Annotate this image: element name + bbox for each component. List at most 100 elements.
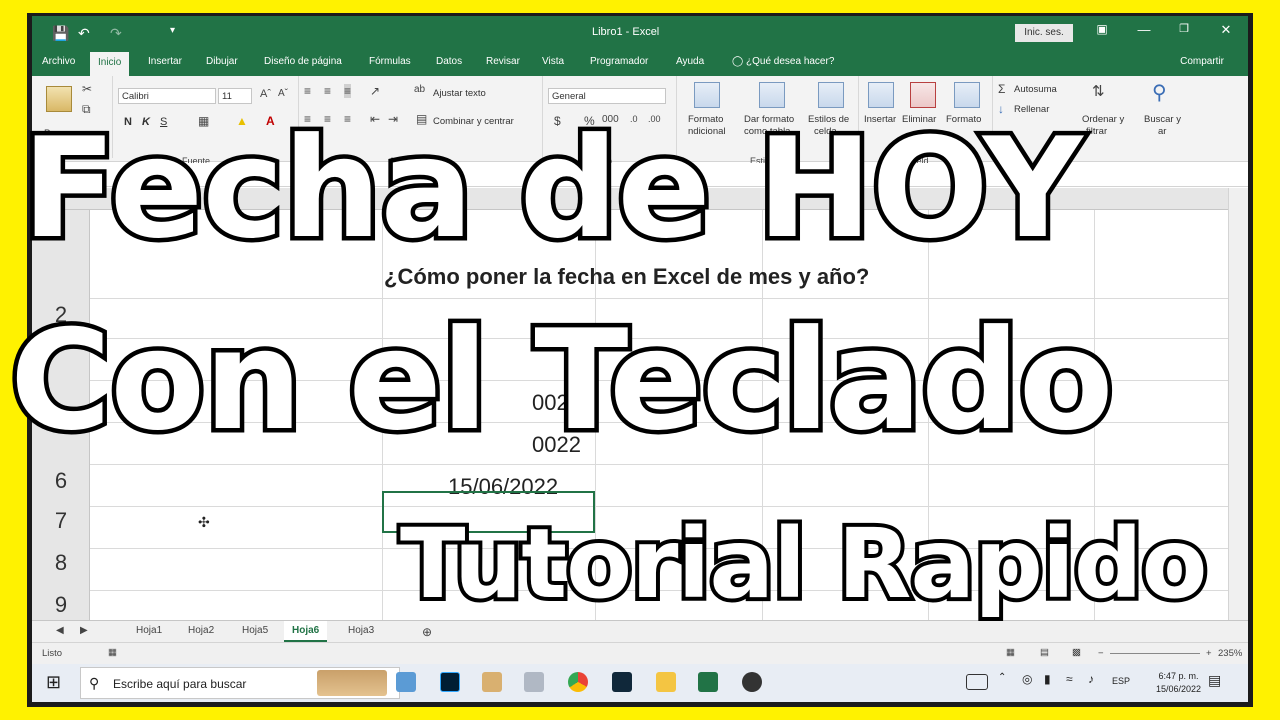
windows-start-icon[interactable]: ⊞ (46, 672, 66, 692)
normal-view-icon[interactable]: ▦ (1006, 647, 1015, 658)
tab-dibujar[interactable]: Dibujar (206, 56, 238, 67)
minimize-icon[interactable]: — (1132, 22, 1156, 42)
taskview-app-icon[interactable] (396, 672, 416, 692)
accessibility-icon[interactable]: ▦ (108, 647, 117, 658)
find-select-label-2[interactable]: ar (1158, 126, 1166, 137)
tab-archivo[interactable]: Archivo (42, 56, 75, 67)
scroll-left-icon[interactable]: ◀ (56, 625, 64, 636)
lightbulb-icon: ◯ (732, 56, 744, 67)
redo-icon[interactable]: ↷ (110, 25, 122, 42)
find-icon[interactable]: ⚲ (1152, 80, 1167, 105)
language-indicator[interactable]: ESP (1112, 676, 1132, 696)
save-icon[interactable]: 💾 (52, 25, 69, 42)
shrink-font-icon[interactable]: Aˇ (278, 88, 288, 99)
tab-diseno[interactable]: Diseño de página (264, 56, 342, 67)
windows-taskbar: ⊞ ⚲ Escribe aquí para buscar ⌃ ◎ ▮ ≈ ♪ E… (32, 664, 1248, 702)
sort-filter-icon[interactable]: ⇅ (1092, 82, 1105, 100)
row-number-9[interactable]: 9 (32, 592, 90, 618)
vertical-scrollbar[interactable] (1228, 188, 1248, 620)
sheet-tab-hoja5[interactable]: Hoja5 (242, 625, 268, 636)
orientation-icon[interactable]: ↗ (370, 84, 380, 98)
wrap-text-button[interactable]: Ajustar texto (433, 88, 486, 99)
chrome-icon[interactable] (568, 672, 588, 692)
zoom-in-icon[interactable]: + (1206, 648, 1212, 659)
excel-icon[interactable] (698, 672, 718, 692)
zoom-out-icon[interactable]: − (1098, 648, 1104, 659)
overlay-title-line2: Con el Teclado (6, 296, 1119, 466)
row-line (90, 298, 1228, 299)
tab-programador[interactable]: Programador (590, 56, 648, 67)
search-icon: ⚲ (89, 675, 100, 691)
title-bar: 💾 ↶ ↷ ▾ Libro1 - Excel Inic. ses. ▣ — ❐ … (32, 16, 1248, 50)
number-format-select[interactable]: General (548, 88, 666, 104)
restore-icon[interactable]: ❐ (1172, 22, 1196, 42)
zoom-level[interactable]: 235% (1218, 648, 1242, 659)
sheet-tab-hoja2[interactable]: Hoja2 (188, 625, 214, 636)
close-icon[interactable]: ✕ (1214, 22, 1238, 42)
insert-cells-icon[interactable] (868, 82, 894, 108)
microphone-icon[interactable]: ◎ (1022, 672, 1042, 692)
row-number-6[interactable]: 6 (32, 468, 90, 494)
status-ready: Listo (42, 648, 63, 659)
file-explorer-icon[interactable] (656, 672, 676, 692)
volume-icon[interactable]: ♪ (1088, 672, 1108, 692)
tray-arrow-icon[interactable]: ⌃ (998, 672, 1018, 692)
clock-time: 6:47 p. m. (1158, 671, 1199, 681)
photoshop-icon[interactable] (440, 672, 460, 692)
tab-revisar[interactable]: Revisar (486, 56, 520, 67)
grow-font-icon[interactable]: Aˆ (260, 88, 271, 100)
sort-filter-label-2[interactable]: filtrar (1086, 126, 1107, 137)
font-name-select[interactable]: Calibri (118, 88, 216, 104)
align-bottom-icon[interactable]: ≡ (344, 84, 352, 98)
font-size-select[interactable]: 11 (218, 88, 252, 104)
signin-button[interactable]: Inic. ses. (1015, 24, 1073, 42)
autosum-button[interactable]: Autosuma (1014, 84, 1057, 95)
align-top-icon[interactable]: ≡ (304, 84, 311, 98)
add-sheet-icon[interactable]: ⊕ (422, 625, 432, 639)
sheet-tab-hoja1[interactable]: Hoja1 (136, 625, 162, 636)
scroll-right-icon[interactable]: ▶ (80, 625, 88, 636)
notifications-icon[interactable]: ▤ (1208, 672, 1228, 692)
battery-icon[interactable]: ▮ (1044, 672, 1064, 692)
status-bar: Listo ▦ ▦ ▤ ▩ − + 235% (32, 642, 1248, 664)
tab-datos[interactable]: Datos (436, 56, 462, 67)
customize-qat-icon[interactable]: ▾ (170, 25, 175, 36)
taskbar-clock[interactable]: 6:47 p. m. 15/06/2022 (1156, 670, 1201, 696)
sheet-tab-hoja6[interactable]: Hoja6 (284, 621, 328, 642)
ribbon-display-icon[interactable]: ▣ (1090, 22, 1114, 42)
tell-me-input[interactable]: ¿Qué desea hacer? (746, 56, 834, 67)
clock-date: 15/06/2022 (1156, 684, 1202, 694)
zoom-slider[interactable] (1110, 653, 1200, 654)
format-table-icon[interactable] (759, 82, 785, 108)
row-number-8[interactable]: 8 (32, 550, 90, 576)
tab-insertar[interactable]: Insertar (148, 56, 182, 67)
wifi-icon[interactable]: ≈ (1066, 672, 1086, 692)
sheet-tab-hoja3[interactable]: Hoja3 (348, 625, 374, 636)
page-layout-icon[interactable]: ▤ (1040, 647, 1049, 658)
conditional-format-icon[interactable] (694, 82, 720, 108)
cell-styles-icon[interactable] (818, 82, 844, 108)
page-break-icon[interactable]: ▩ (1072, 647, 1081, 658)
vegas-icon[interactable] (612, 672, 632, 692)
sort-filter-label[interactable]: Ordenar y (1082, 114, 1124, 125)
undo-icon[interactable]: ↶ (78, 25, 90, 42)
tab-ayuda[interactable]: Ayuda (676, 56, 704, 67)
recorder-icon[interactable] (742, 672, 762, 692)
align-middle-icon[interactable]: ≡ (324, 84, 331, 98)
tab-vista[interactable]: Vista (542, 56, 564, 67)
tab-inicio[interactable]: Inicio (90, 52, 130, 76)
paint-icon[interactable] (482, 672, 502, 692)
calculator-icon[interactable] (524, 672, 544, 692)
find-select-label[interactable]: Buscar y (1144, 114, 1181, 125)
taskbar-search[interactable]: ⚲ Escribe aquí para buscar (80, 667, 400, 699)
tab-formulas[interactable]: Fórmulas (369, 56, 411, 67)
cut-icon[interactable]: ✂ (82, 82, 92, 96)
delete-cells-icon[interactable] (910, 82, 936, 108)
keyboard-icon[interactable] (966, 674, 988, 690)
format-cells-icon[interactable] (954, 82, 980, 108)
row-number-7[interactable]: 7 (32, 508, 90, 534)
share-button[interactable]: Compartir (1180, 56, 1224, 67)
wrap-text-icon[interactable]: ab (414, 84, 425, 95)
window-title: Libro1 - Excel (592, 26, 660, 38)
autosum-icon[interactable]: Σ (998, 82, 1005, 96)
